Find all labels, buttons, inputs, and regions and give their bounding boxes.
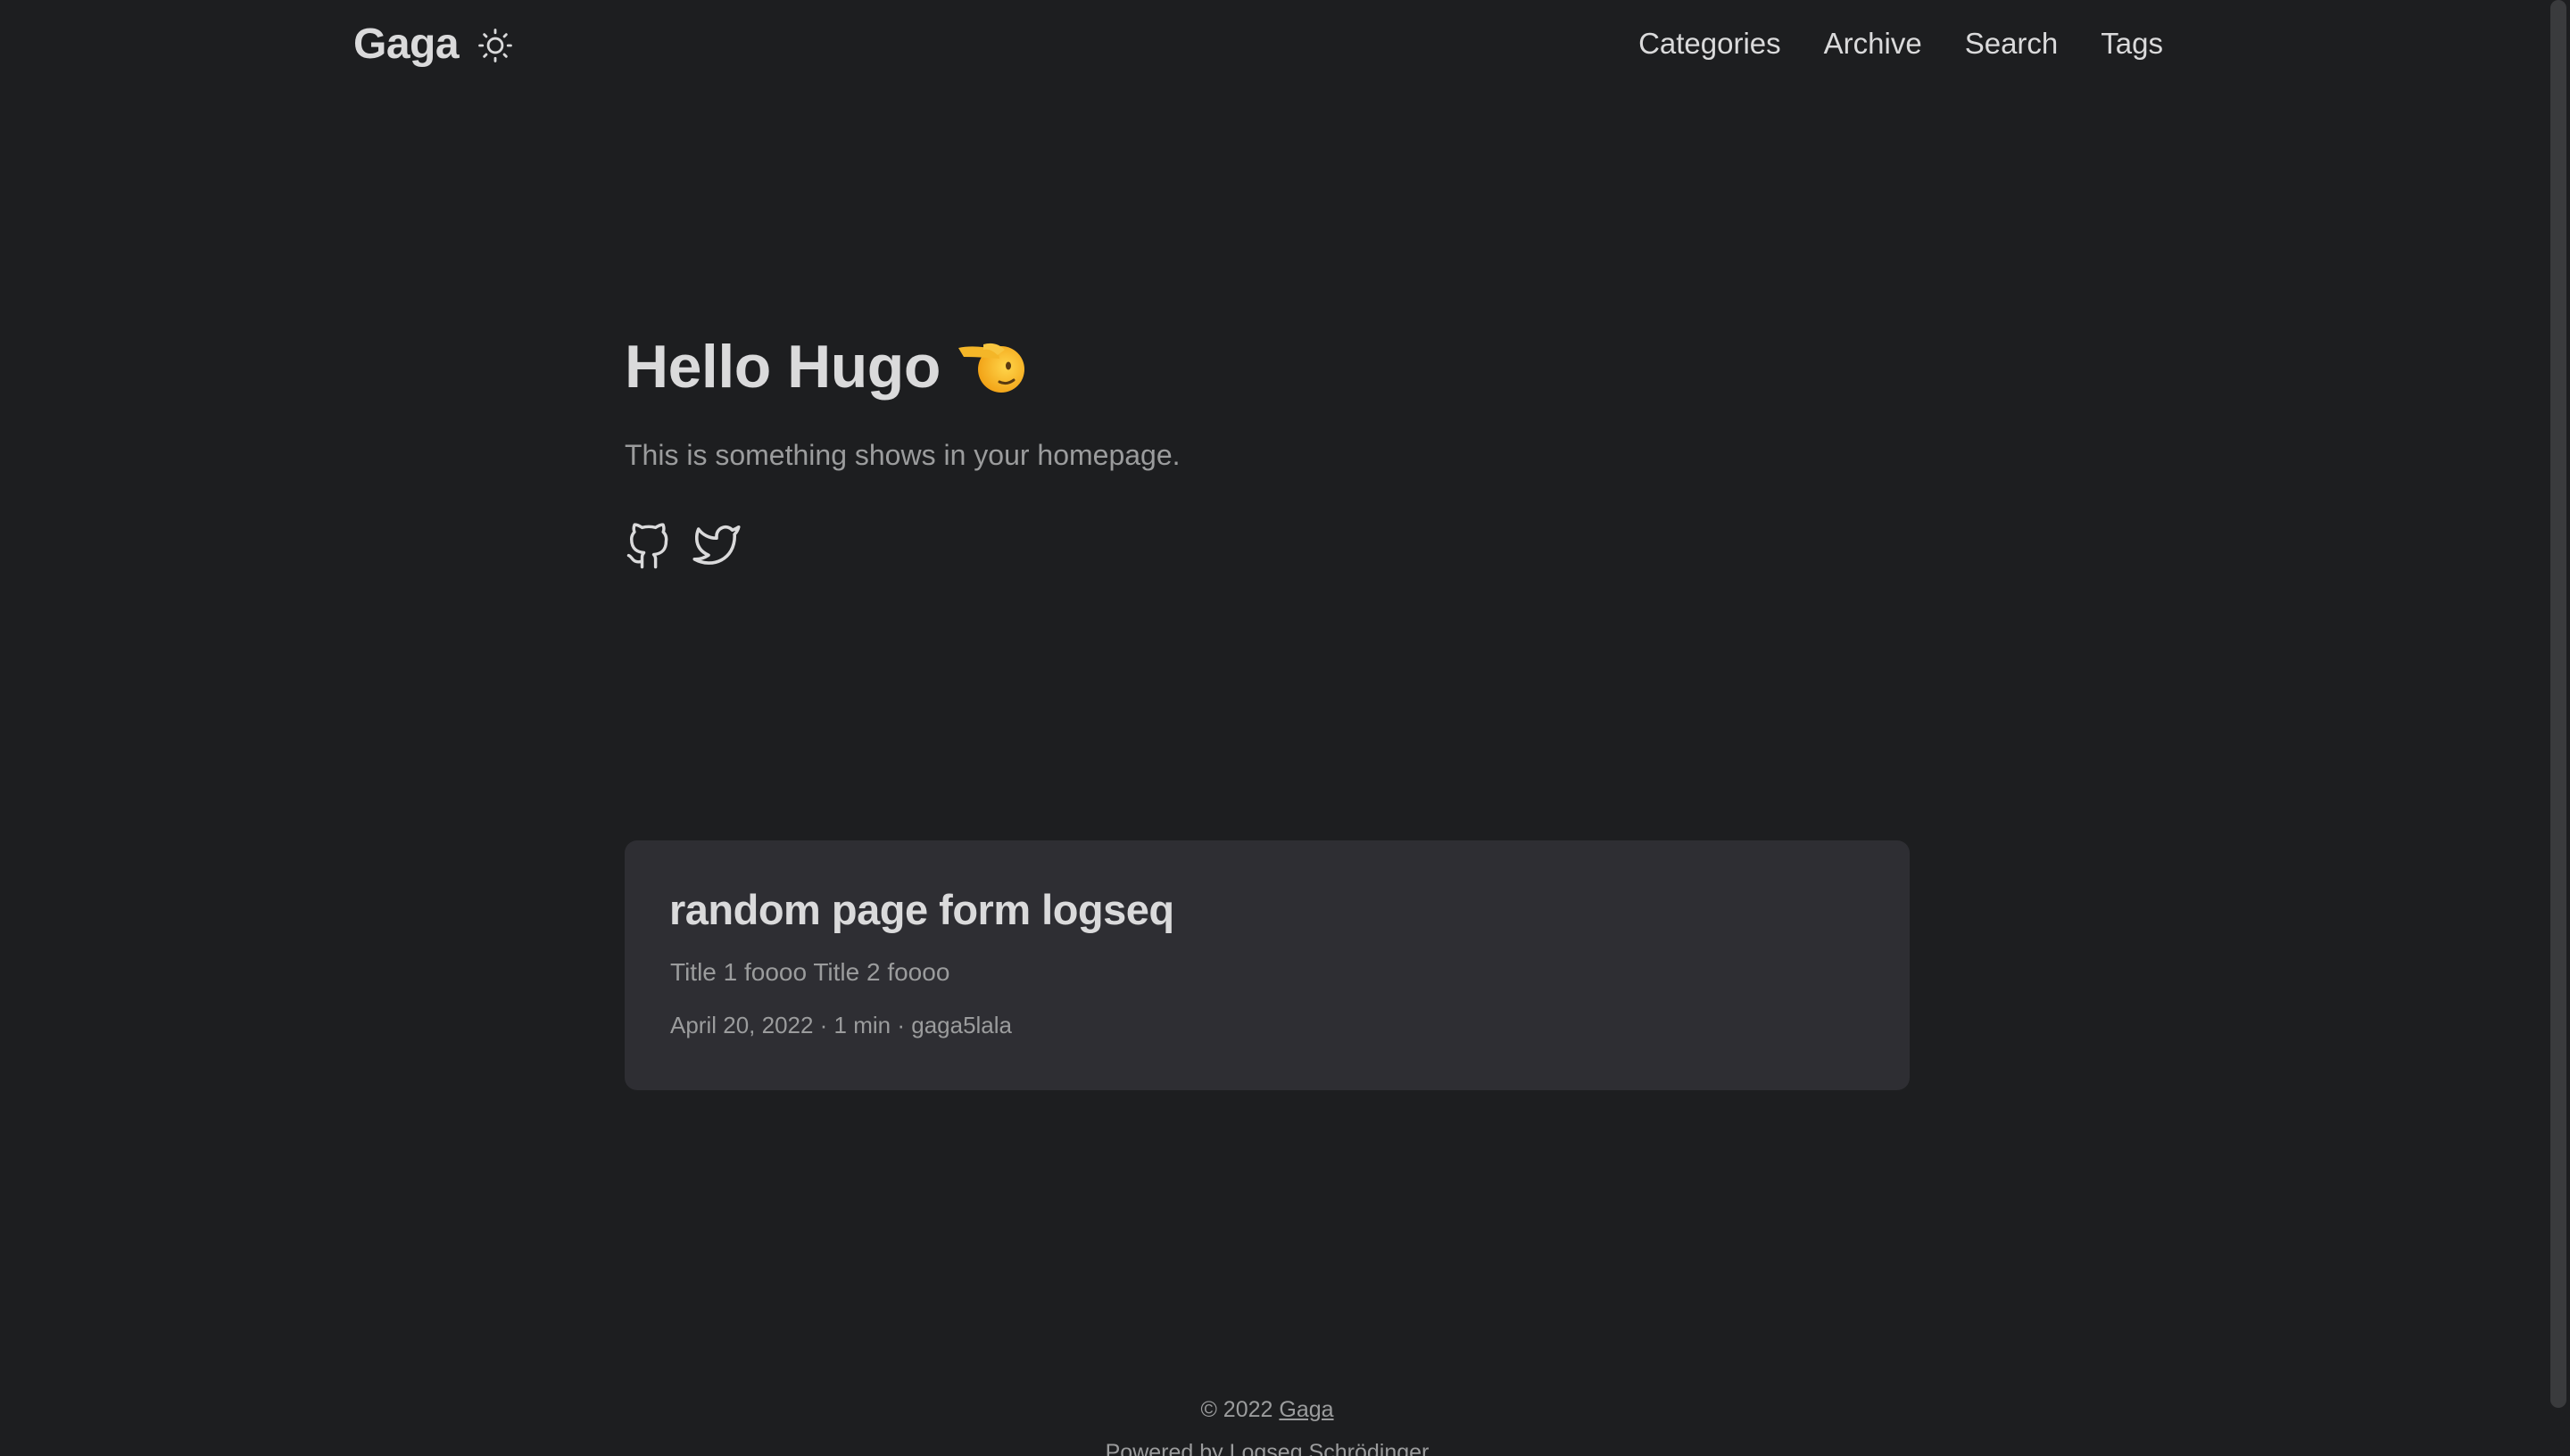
footer-site-link[interactable]: Gaga: [1279, 1397, 1333, 1422]
powered-by-text: Powered by Logseq Schrödinger: [1105, 1440, 1430, 1456]
site-footer: © 2022 Gaga Powered by Logseq Schrödinge…: [0, 1388, 2534, 1456]
site-logo[interactable]: Gaga: [353, 20, 460, 69]
copyright-text: © 2022: [1200, 1397, 1273, 1422]
profile-subtitle: This is something shows in your homepage…: [625, 439, 1181, 471]
scrollbar-thumb[interactable]: [2550, 0, 2566, 1408]
footer-copyright: © 2022 Gaga: [0, 1388, 2534, 1431]
profile-title-text: Hello Hugo: [625, 333, 941, 401]
post-title: random page form logseq: [669, 886, 1174, 933]
post-excerpt: Title 1 foooo Title 2 foooo: [670, 958, 950, 986]
twitter-link[interactable]: [692, 523, 741, 573]
nav-tags[interactable]: Tags: [2101, 27, 2163, 61]
scrollbar[interactable]: [2547, 0, 2570, 1456]
post-card[interactable]: random page form logseq Title 1 foooo Ti…: [625, 840, 1910, 1090]
profile-section: Hello Hugo This is something shows in yo…: [625, 332, 1181, 569]
nav-categories[interactable]: Categories: [1638, 27, 1781, 61]
theme-toggle-button[interactable]: [475, 25, 516, 66]
main-nav: Categories Archive Search Tags: [1638, 27, 2163, 61]
github-link[interactable]: [625, 523, 671, 573]
profile-title: Hello Hugo: [625, 332, 1024, 401]
social-icons: [625, 523, 741, 573]
sun-icon: [478, 29, 512, 62]
nav-search[interactable]: Search: [1965, 27, 2059, 61]
saluting-face-emoji: [958, 343, 1024, 393]
github-icon: [626, 523, 668, 569]
twitter-icon: [692, 525, 741, 565]
post-meta: April 20, 2022 · 1 min · gaga5lala: [670, 1012, 1013, 1038]
site-header: Gaga Categories Archive Search Tags: [0, 0, 2552, 93]
page: Gaga Categories Archive Search Tags Hell…: [0, 0, 2570, 1456]
nav-archive[interactable]: Archive: [1824, 27, 1922, 61]
